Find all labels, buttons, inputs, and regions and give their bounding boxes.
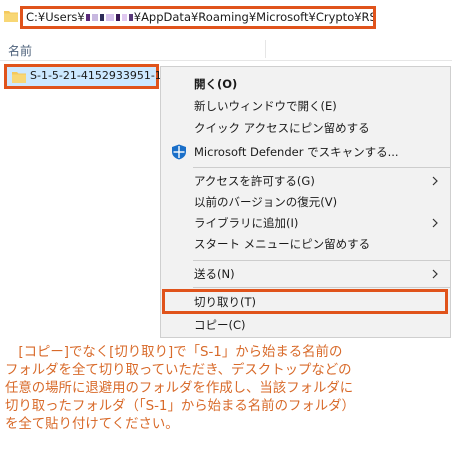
file-name: S-1-5-21-4152933951-10: [30, 69, 169, 82]
menu-item-pin-start[interactable]: スタート メニューにピン留めする: [161, 233, 450, 255]
folder-icon: [4, 11, 18, 22]
column-header-row: 名前: [0, 40, 452, 61]
menu-separator: [193, 287, 450, 288]
instruction-line: [コピー]でなく[切り取り]で「S-1」から始まる名前の: [5, 345, 343, 360]
menu-separator: [193, 167, 450, 168]
menu-item-add-to-library[interactable]: ライブラリに追加(I): [161, 212, 450, 234]
column-header-name[interactable]: 名前: [8, 42, 32, 59]
menu-item-defender-scan[interactable]: Microsoft Defender でスキャンする...: [161, 141, 450, 163]
address-bar-row: C:¥Users¥ ¥AppData¥Roaming¥Microsoft¥Cryp…: [0, 0, 452, 38]
context-menu: 開く(O) 新しいウィンドウで開く(E) クイック アクセスにピン留めする Mi…: [160, 66, 451, 338]
menu-item-open-new-window[interactable]: 新しいウィンドウで開く(E): [161, 95, 450, 117]
column-divider[interactable]: [265, 40, 266, 58]
menu-item-cut[interactable]: 切り取り(T): [161, 291, 450, 313]
chevron-right-icon: [432, 218, 438, 228]
chevron-right-icon: [432, 176, 438, 186]
menu-item-restore-versions[interactable]: 以前のバージョンの復元(V): [161, 191, 450, 213]
file-list-item[interactable]: S-1-5-21-4152933951-10: [4, 64, 169, 89]
menu-separator: [193, 260, 450, 261]
address-path-suffix: ¥AppData¥Roaming¥Microsoft¥Crypto¥RSA: [133, 10, 376, 24]
address-path-prefix: C:¥Users¥: [26, 10, 85, 24]
menu-item-open[interactable]: 開く(O): [161, 73, 450, 95]
instruction-line: 切り取ったフォルダ（「S-1」から始まる名前のフォルダ）: [5, 399, 355, 414]
chevron-right-icon: [432, 269, 438, 279]
folder-icon: [12, 72, 26, 83]
menu-item-pin-quick-access[interactable]: クイック アクセスにピン留めする: [161, 117, 450, 139]
address-bar[interactable]: C:¥Users¥ ¥AppData¥Roaming¥Microsoft¥Cryp…: [20, 6, 376, 29]
menu-item-send-to[interactable]: 送る(N): [161, 263, 450, 285]
instruction-line: 任意の場所に退避用のフォルダを作成し、当該フォルダに: [5, 381, 354, 396]
instruction-line: フォルダを全て切り取っていただき、デスクトップなどの: [5, 363, 352, 378]
shield-icon: [172, 144, 186, 160]
menu-item-give-access[interactable]: アクセスを許可する(G): [161, 170, 450, 192]
instruction-line: を全て貼り付けてください。: [5, 417, 179, 432]
redacted-username: [85, 14, 90, 21]
menu-item-copy[interactable]: コピー(C): [161, 314, 450, 336]
instruction-text: [コピー]でなく[切り取り]で「S-1」から始まる名前の フォルダを全て切り取って…: [5, 344, 449, 434]
